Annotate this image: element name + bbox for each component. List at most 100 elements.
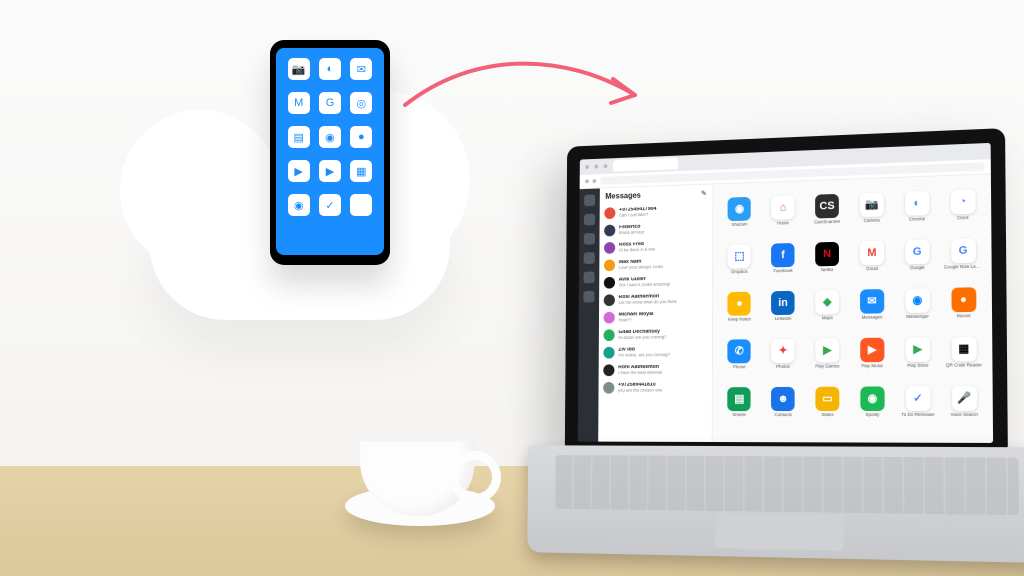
app-launcher-shazam[interactable]: ◉Shazam <box>719 189 760 236</box>
app-launcher-messenger[interactable]: ◉Messenger <box>896 280 940 328</box>
app-launcher-keep-notes[interactable]: ●Keep Notes <box>719 284 760 330</box>
message-row[interactable]: Michael MoyalHow?? <box>599 307 712 326</box>
app-label: Contacts <box>774 413 791 418</box>
app-launcher-play-music[interactable]: ▶Play Music <box>851 329 894 376</box>
app-label: Google Now Launcher <box>944 264 983 269</box>
app-launcher-sheets[interactable]: ▤Sheets <box>719 379 761 425</box>
phone-app-icon[interactable] <box>350 194 372 216</box>
app-icon: ▦ <box>951 336 976 361</box>
phone-app-icon[interactable]: ● <box>350 126 372 148</box>
phone-app-icon[interactable]: ▶ <box>319 160 341 182</box>
phone-app-icon[interactable]: ▦ <box>350 160 372 182</box>
message-row[interactable]: +972589441810you are the chosen one <box>598 378 711 396</box>
app-launcher-home[interactable]: ⌂Home <box>762 187 804 234</box>
message-row[interactable]: Rosi AathkemonLet me know what do you th… <box>599 289 712 309</box>
app-label: QR Code Reader <box>946 363 982 368</box>
app-launcher-voice-search[interactable]: 🎤Voice Search <box>942 378 987 426</box>
app-launcher-contacts[interactable]: ☻Contacts <box>762 379 804 425</box>
rail-icon[interactable] <box>584 233 595 245</box>
phone-app-icon[interactable]: ◎ <box>350 92 372 114</box>
phone-app-icon[interactable]: G <box>319 92 341 114</box>
app-launcher-clock[interactable]: ◔Clock <box>941 181 985 229</box>
app-launcher-messages[interactable]: ✉Messages <box>850 281 893 328</box>
phone-app-icon[interactable]: ◉ <box>319 126 341 148</box>
app-icon: f <box>771 243 794 267</box>
app-launcher-play-store[interactable]: ▶Play Store <box>896 329 940 376</box>
app-launcher-google-now-launcher[interactable]: GGoogle Now Launcher <box>941 230 986 278</box>
app-label: Home <box>777 221 789 226</box>
rail-icon[interactable] <box>584 271 595 283</box>
app-launcher-camera[interactable]: 📷Camera <box>850 184 893 231</box>
app-launcher-play-games[interactable]: ▶Play Games <box>806 330 849 377</box>
message-preview: How?? <box>618 317 653 322</box>
app-launcher-camscanner[interactable]: CSCamScanner <box>806 186 848 233</box>
rail-icon[interactable] <box>583 291 594 303</box>
app-icon: 📷 <box>860 192 884 217</box>
app-launcher-phone[interactable]: ✆Phone <box>719 331 761 377</box>
app-icon: ◉ <box>728 197 751 221</box>
message-row[interactable]: Gilad DechanskyHi dude! are you coming? <box>599 325 712 344</box>
app-launcher-maps[interactable]: ◆Maps <box>806 282 849 329</box>
message-row[interactable]: Ziv IddI'm online, are you coming? <box>599 343 712 362</box>
app-launcher-qr-code-reader[interactable]: ▦ QR Code Reader <box>942 328 987 376</box>
app-label: Dropbox <box>731 270 747 275</box>
message-row[interactable]: Avik GullerYes I saw it, looks amazing! <box>599 272 712 292</box>
app-label: Moovit <box>957 314 971 319</box>
rail-icon[interactable] <box>584 194 595 206</box>
app-icon: 🎤 <box>952 386 977 411</box>
app-icon: CS <box>815 194 839 219</box>
app-icon: ▤ <box>728 387 751 411</box>
app-icon: ⌂ <box>771 195 794 220</box>
phone-app-icon[interactable]: ✉ <box>350 58 372 80</box>
phone-app-icon[interactable]: M <box>288 92 310 114</box>
phone-app-icon[interactable]: ▤ <box>288 126 310 148</box>
app-label: Google <box>910 266 925 271</box>
message-preview: Love your design, looks <box>619 265 663 270</box>
app-launcher-google[interactable]: GGoogle <box>895 231 939 279</box>
phone-app-icon[interactable]: ◉ <box>288 194 310 216</box>
app-icon: ● <box>951 287 976 312</box>
avatar <box>603 329 614 341</box>
app-label: Play Games <box>815 364 839 369</box>
app-launcher-chrome[interactable]: ◐Chrome <box>895 182 939 230</box>
message-preview: Hi dude! are you coming? <box>618 335 666 340</box>
phone-app-icon[interactable]: ✓ <box>319 194 341 216</box>
message-preview: I'll be there in 5 min <box>619 247 655 252</box>
app-icon: ✦ <box>771 339 795 363</box>
app-launcher-linkedin[interactable]: inLinkedIn <box>762 283 804 330</box>
app-icon: ◔ <box>950 189 975 214</box>
phone-app-icon[interactable]: ◐ <box>319 58 341 80</box>
rail-icon[interactable] <box>584 214 595 226</box>
app-launcher-gmail[interactable]: M Gmail <box>850 232 893 279</box>
app-launcher-to-do-reminder[interactable]: ✓To Do Reminder <box>896 378 940 425</box>
app-label: LinkedIn <box>775 317 792 322</box>
phone-app-icon[interactable]: 📷 <box>288 58 310 80</box>
phone-app-icon[interactable]: ▶ <box>288 160 310 182</box>
coffee-cup <box>360 441 475 516</box>
app-launcher-dropbox[interactable]: ⬚Dropbox <box>719 236 760 282</box>
message-preview: you are the chosen one <box>618 388 662 393</box>
avatar <box>603 364 614 376</box>
app-icon: ◉ <box>860 386 884 410</box>
message-row[interactable]: Roni AathkemonI have the best internet! <box>599 361 712 380</box>
rail-icon[interactable] <box>584 252 595 264</box>
laptop-screen: Messages ✎ +972549417904Can I call later… <box>565 128 1008 458</box>
app-launcher-netflix[interactable]: NNetflix <box>806 234 849 281</box>
compose-icon[interactable]: ✎ <box>701 189 707 197</box>
app-launcher-photos[interactable]: ✦Photos <box>762 331 804 377</box>
app-icon: N <box>815 242 839 267</box>
browser-tab[interactable] <box>613 158 678 172</box>
app-launcher-facebook[interactable]: fFacebook <box>762 235 804 282</box>
laptop-keyboard <box>527 445 1024 563</box>
message-preview: Kinda annoyz <box>619 230 644 235</box>
app-label: Gmail <box>866 267 878 272</box>
app-icon: ◐ <box>905 191 930 216</box>
message-preview: I'm online, are you coming? <box>618 353 670 358</box>
panel-title: Messages <box>605 191 641 201</box>
app-icon: ✉ <box>860 289 884 314</box>
app-launcher-slides[interactable]: ▭Slides <box>806 379 849 426</box>
app-icon: M <box>860 240 884 265</box>
app-launcher-spotify[interactable]: ◉Spotify <box>851 378 894 425</box>
app-launcher-moovit[interactable]: ● Moovit <box>941 279 986 327</box>
app-label: Shazam <box>732 222 748 227</box>
